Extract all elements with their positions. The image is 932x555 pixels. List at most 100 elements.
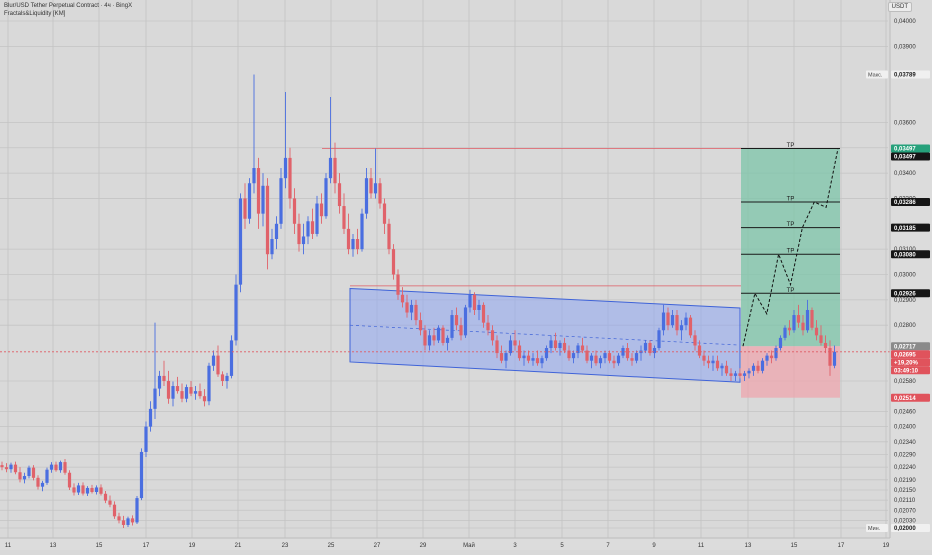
candle-body [495,340,499,354]
price-marker-label: 0,02926 [894,291,916,297]
symbol-title[interactable]: Blur/USD Tether Perpetual Contract · 4ч … [4,3,132,9]
candle-body [630,358,634,361]
candle-body [243,198,247,219]
candle-body [787,327,792,331]
candle-body [702,355,706,361]
candle-body [526,355,531,361]
target-zone [741,148,840,347]
candle-body [486,322,490,331]
candle-body [391,249,396,275]
candle-body [715,360,720,369]
candle-body [94,487,99,493]
candle-body [144,426,148,452]
candle-body [720,365,724,369]
candle-body [103,493,108,501]
candle-body [531,358,535,361]
candle-body [823,342,828,349]
y-tick-label: 0,02150 [894,488,916,494]
candle-body [783,327,787,338]
candle-body [153,388,157,409]
currency-unit-button[interactable]: USDT [887,2,912,12]
candle-body [22,476,27,480]
candle-body [594,355,598,364]
price-marker-label: 0,02000 [894,526,916,532]
candle-body [283,157,288,179]
candle-body [742,373,747,376]
candle-body [580,345,585,351]
candle-body [805,309,810,331]
candle-body [211,355,216,366]
price-marker-label: 0,03080 [894,252,916,258]
candle-body [351,239,355,250]
candle-body [832,351,837,366]
candle-body [675,315,679,331]
candle-body [616,355,621,364]
candle-body [315,203,319,234]
candle-body [108,500,112,505]
candle-body [549,340,553,349]
candle-body [814,327,819,336]
candle-body [450,315,454,338]
candle-body [54,464,58,471]
candle-body [81,485,85,494]
candle-body [234,284,238,341]
candle-body [774,348,778,359]
candle-body [796,315,801,323]
candle-body [387,223,391,250]
take-profit-label: TP [787,143,795,149]
candle-body [360,213,364,250]
candle-body [229,340,234,376]
chart-canvas[interactable]: TPTPTPTPTP0,040000,039000,036000,035000,… [0,0,932,550]
x-tick-label: 19 [883,543,890,549]
take-profit-label: TP [787,222,795,228]
candle-body [252,168,256,184]
candle-body [13,464,18,473]
candle-body [292,198,297,224]
y-tick-label: 0,03900 [894,44,916,50]
price-marker-label: 0,03497 [894,147,916,153]
candle-body [175,386,180,392]
indicator-name[interactable]: Fractals&Liquidity [KM] [4,11,65,17]
take-profit-label: TP [787,288,795,294]
candle-body [67,472,72,488]
candle-body [760,360,765,371]
candle-body [216,355,220,375]
x-tick-label: 27 [374,543,381,549]
candle-body [738,373,742,376]
candle-body [693,335,697,346]
candle-body [76,485,81,493]
x-tick-label: 19 [189,543,196,549]
candle-body [729,373,733,376]
price-marker-label: 0,03286 [894,200,916,206]
candle-body [310,221,315,234]
candle-body [247,183,252,219]
candle-body [810,309,814,328]
candle-body [72,487,76,493]
candle-body [193,391,198,394]
candle-body [589,355,594,361]
stop-zone [741,346,840,398]
candle-body [499,353,504,361]
candle-body [202,396,207,402]
candle-body [427,335,432,346]
candle-body [666,312,670,326]
x-tick-label: 13 [50,543,57,549]
candle-body [472,294,477,310]
candle-body [184,387,189,399]
candle-body [441,327,445,343]
candle-body [454,315,459,326]
candle-body [288,157,292,199]
y-tick-label: 0,04000 [894,19,916,25]
chart-container[interactable]: TPTPTPTPTP0,040000,039000,036000,035000,… [0,0,932,550]
x-tick-label: 29 [420,543,427,549]
x-tick-label: 13 [745,543,752,549]
candle-body [643,342,648,351]
candle-body [40,482,45,487]
candle-body [459,325,463,336]
candle-body [306,221,310,237]
candle-body [301,236,306,245]
candle-body [297,223,301,245]
candle-body [189,387,193,394]
y-tick-label: 0,02290 [894,452,916,458]
candle-body [400,294,405,303]
